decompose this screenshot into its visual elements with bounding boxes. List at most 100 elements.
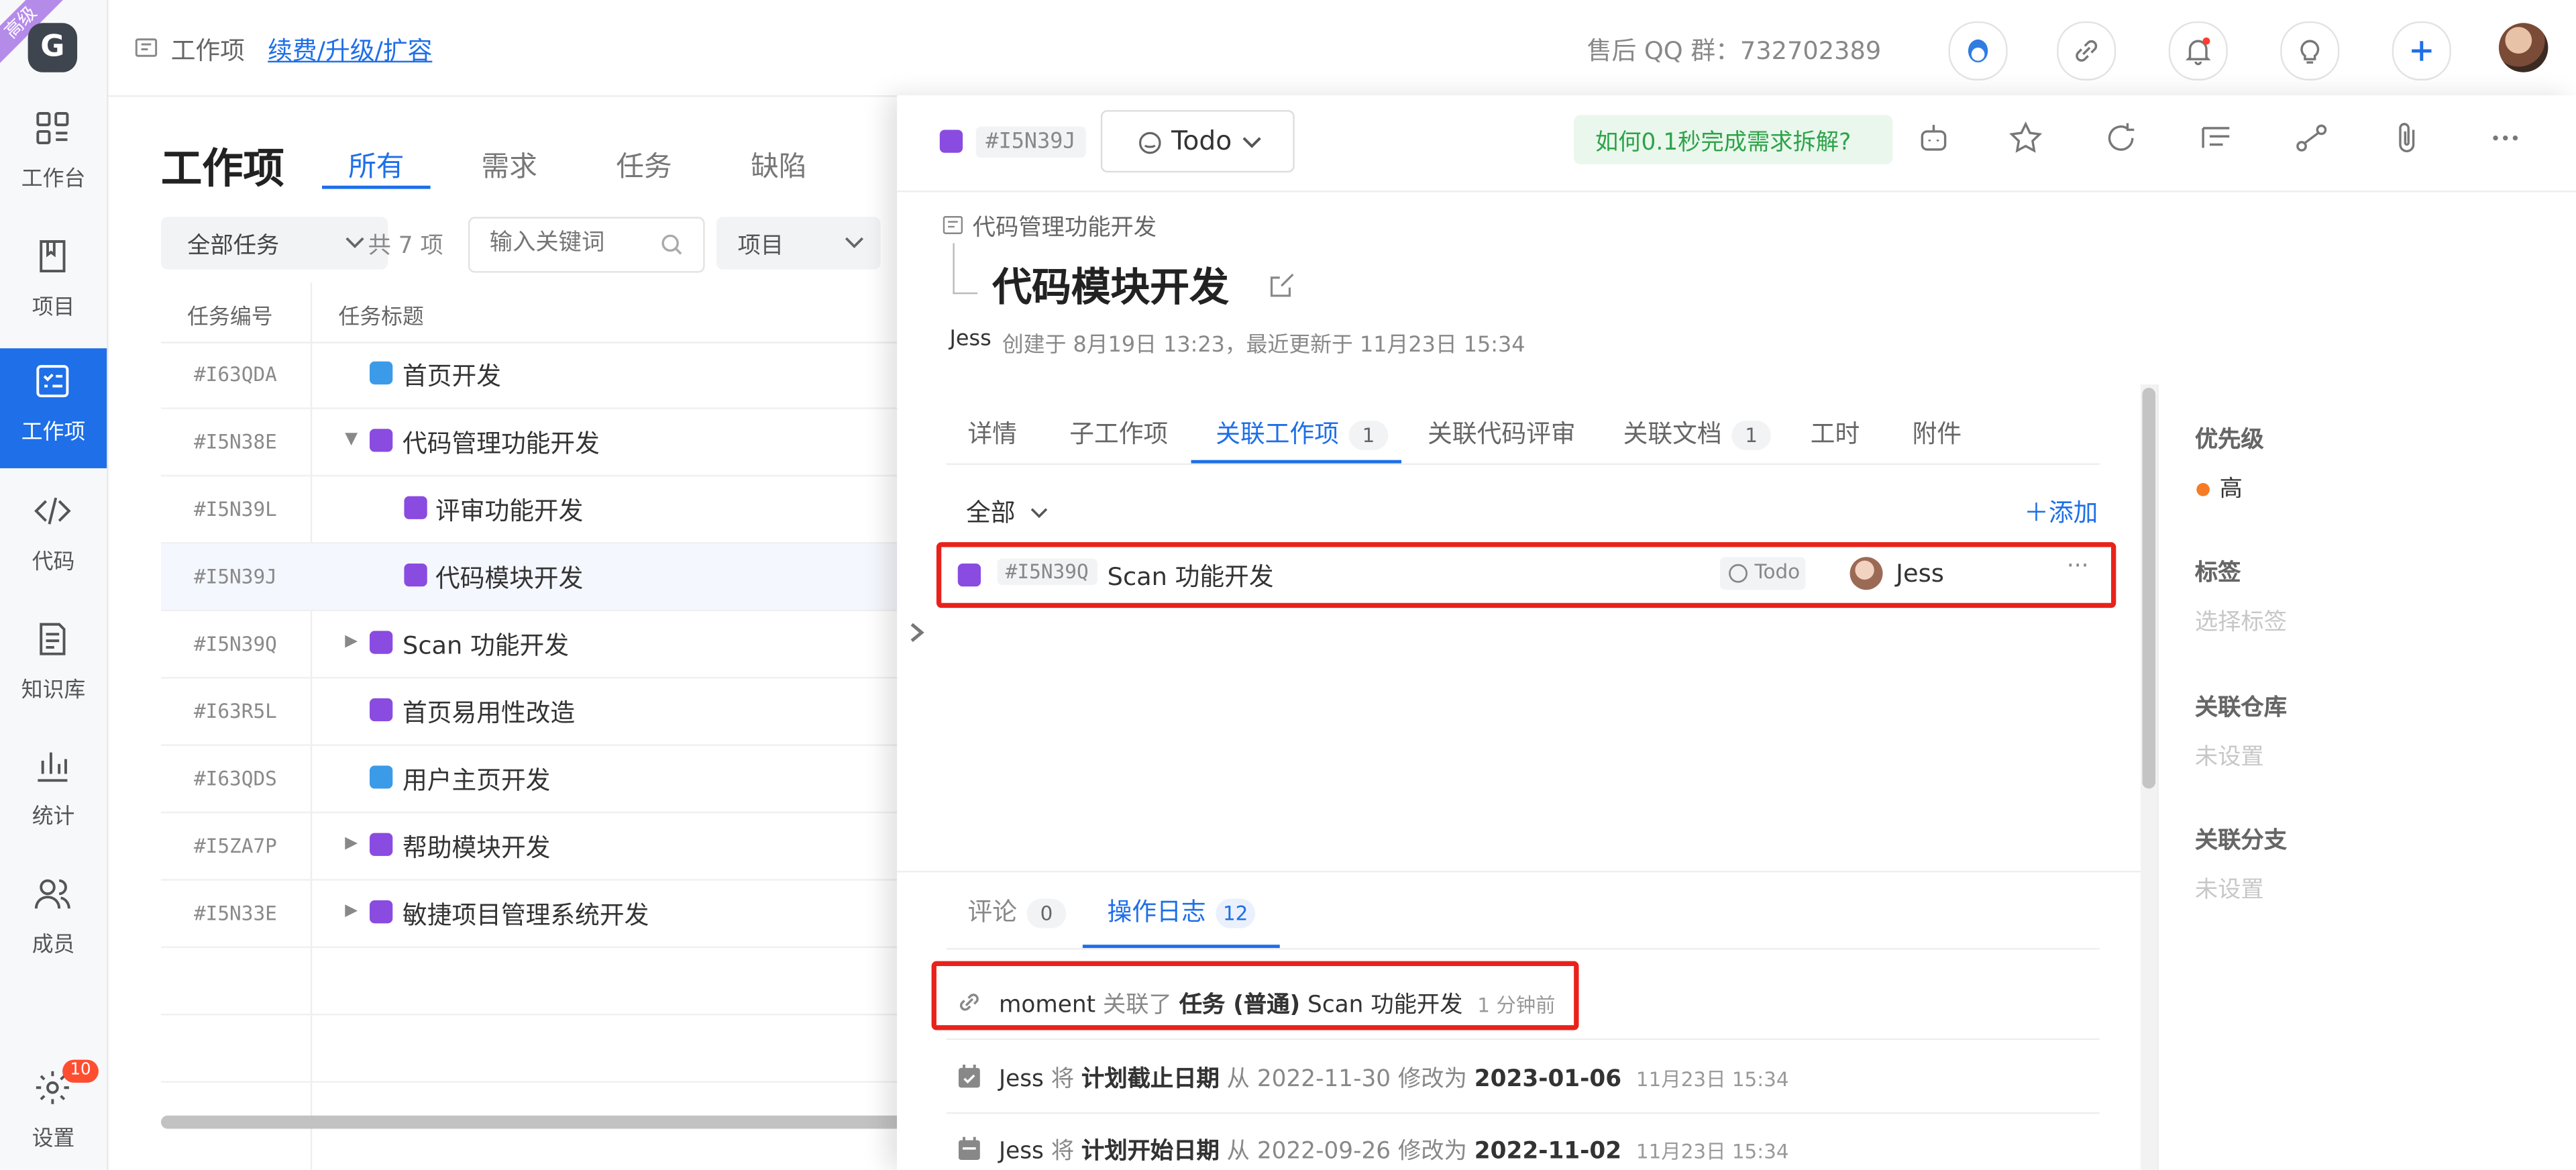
log-entry: Jess 将 计划开始日期 从 2022-09-26 修改为 2022-11-0… [947,1112,2100,1170]
status-label: Todo [1171,125,1232,156]
table-row[interactable]: #I5N39L 评审功能开发 [161,476,917,544]
table-row[interactable]: #I5N38E ▼ 代码管理功能开发 [161,409,917,477]
app-logo[interactable]: G [28,23,78,72]
bell-icon [2185,37,2211,66]
create-button[interactable] [2392,21,2451,81]
vertical-scrollbar[interactable] [2141,384,2157,1170]
renew-link[interactable]: 续费/升级/扩容 [268,33,432,67]
parent-item-link[interactable]: 代码管理功能开发 [973,210,1157,243]
tab-linked-items[interactable]: 关联工作项 1 [1216,416,1389,451]
repo-selector[interactable]: 未设置 [2195,739,2264,772]
table-row-empty [161,948,917,1016]
table-row[interactable]: #I63R5L 首页易用性改造 [161,678,917,746]
tab-requirement[interactable]: 需求 [482,143,537,184]
scrollbar-thumb[interactable] [161,1115,917,1129]
attachment-button[interactable] [2389,120,2428,160]
user-avatar[interactable] [2498,23,2548,72]
favorite-button[interactable] [2008,120,2047,160]
tag-selector[interactable]: 选择标签 [2195,604,2287,637]
link-icon [2076,40,2098,62]
settings-badge: 10 [62,1059,99,1083]
project-select[interactable]: 项目 [716,217,881,270]
branch-selector[interactable]: 未设置 [2195,872,2264,905]
board-button[interactable] [2198,120,2238,160]
refresh-icon [2108,123,2135,151]
collapsed-caret-icon[interactable]: ▶ [345,633,358,651]
status-dropdown[interactable]: Todo [1100,110,1295,173]
priority-selector[interactable]: 高 [2196,472,2243,504]
tab-label: 子工作项 [1069,419,1169,449]
tab-bug[interactable]: 缺陷 [751,143,806,184]
table-row[interactable]: #I5N39Q ▶ Scan 功能开发 [161,611,917,679]
row-id: #I5N39Q [193,632,277,656]
rail-item-workbench[interactable]: 工作台 [0,95,107,215]
rail-item-code[interactable]: 代码 [0,478,107,598]
table-row[interactable]: #I5ZA7P ▶ 帮助模块开发 [161,813,917,881]
linked-filter-dropdown[interactable]: 全部 [966,494,1049,529]
horizontal-scrollbar[interactable] [161,1115,917,1129]
task-filter-dropdown[interactable]: 全部任务 [161,217,388,270]
table-row[interactable]: #I63QDS 用户主页开发 [161,746,917,814]
status-circle-icon [1729,564,1748,583]
notification-button[interactable] [2168,21,2228,81]
rail-item-stats[interactable]: 统计 [0,733,107,853]
collapsed-caret-icon[interactable]: ▶ [345,902,358,920]
row-title: 首页开发 [402,361,501,391]
edit-icon[interactable] [1267,271,1296,301]
add-link-button[interactable]: ＋添加 [2024,494,2098,529]
rail-item-project[interactable]: 项目 [0,223,107,343]
log-time: 11月23日 15:34 [1635,1067,1789,1092]
rail-item-members[interactable]: 成员 [0,861,107,981]
table-row[interactable]: #I5N33E ▶ 敏捷项目管理系统开发 [161,881,917,949]
plus-icon: ＋ [2024,498,2049,528]
calendar-icon [958,1064,980,1088]
tab-all[interactable]: 所有 [348,143,404,184]
collapsed-caret-icon[interactable]: ▶ [345,835,358,853]
rail-item-knowledge[interactable]: 知识库 [0,606,107,727]
scrollbar-thumb[interactable] [2142,387,2156,789]
row-id: #I5N38E [193,430,277,454]
active-tab-underline [1191,460,1401,464]
table-row-selected[interactable]: #I5N39J 代码模块开发 [161,543,917,612]
priority-dot [2196,483,2210,496]
tab-task[interactable]: 任务 [616,143,672,184]
tab-count: 1 [1348,420,1389,451]
refresh-button[interactable] [2103,120,2143,160]
table-row[interactable]: #I63QDA 首页开发 [161,341,917,409]
rail-item-workitems[interactable]: 工作项 [0,348,107,468]
linked-item-row[interactable]: #I5N39Q Scan 功能开发 Todo Jess ··· [936,542,2116,608]
linked-item-title: Scan 功能开发 [1107,562,1274,592]
promo-banner[interactable]: 如何0.1秒完成需求拆解? [1574,115,1893,164]
tab-attachments[interactable]: 附件 [1913,416,1962,450]
robot-button[interactable] [1916,120,1955,160]
relation-button[interactable] [2294,120,2333,160]
search-input[interactable] [486,228,657,258]
connection-icon [2296,124,2327,152]
row-title: 用户主页开发 [402,765,551,796]
log-user: Jess [998,1138,1044,1165]
tab-comments[interactable]: 评论 0 [967,894,1067,928]
tab-docs[interactable]: 关联文档 1 [1623,416,1772,451]
log-field: 计划截止日期 [1081,1066,1220,1093]
tips-button[interactable] [2280,21,2340,81]
link-button[interactable] [2057,21,2116,81]
more-icon[interactable]: ··· [2067,553,2089,580]
tab-operation-log[interactable]: 操作日志 12 [1108,894,1256,928]
row-title: 敏捷项目管理系统开发 [402,900,649,930]
row-title: 代码管理功能开发 [402,429,600,459]
tab-details[interactable]: 详情 [967,416,1017,450]
expanded-caret-icon[interactable]: ▼ [345,431,358,449]
breadcrumb-workitems[interactable]: 工作项 [171,33,245,67]
priority-value: 高 [2219,476,2243,503]
qq-button[interactable] [1948,21,2008,81]
tab-worktime[interactable]: 工时 [1811,416,1860,450]
tab-label: 关联文档 [1623,419,1722,449]
tab-subitems[interactable]: 子工作项 [1069,416,1168,450]
keyword-search[interactable] [468,217,705,273]
tab-code-review[interactable]: 关联代码评审 [1428,416,1575,450]
star-icon [2009,121,2043,153]
more-button[interactable] [2487,120,2527,160]
task-type-icon [370,361,393,385]
bar-chart-icon [38,752,68,782]
chevron-right-icon[interactable] [907,621,926,644]
